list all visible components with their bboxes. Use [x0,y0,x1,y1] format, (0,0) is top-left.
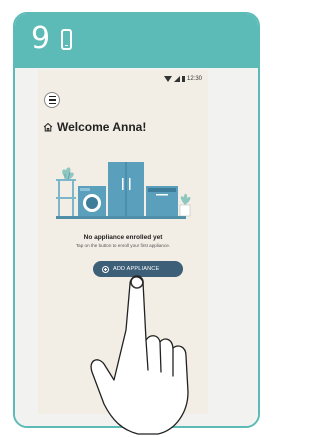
home-icon [43,122,53,132]
status-time: 12:30 [186,76,202,82]
add-circle-icon [102,265,109,273]
signal-icon [173,76,180,82]
plant-left [62,167,74,179]
add-appliance-button[interactable]: ADD APPLIANCE [93,261,183,277]
menu-button[interactable] [44,92,60,108]
empty-state-subtitle: Tap on the button to enroll your first a… [75,243,171,248]
step-header: 9 [15,14,258,68]
plant-right [180,193,191,205]
appliances-illustration [56,162,191,219]
phone-screen: 12:30 Welcome Anna! No appliance enrolle… [38,70,208,414]
shelf [56,216,186,219]
empty-state-title: No appliance enrolled yet [83,234,163,241]
menu-icon [48,96,56,98]
step-number: 9 [31,21,51,56]
welcome-heading: Welcome Anna! [43,120,146,134]
greeting-text: Welcome Anna! [57,120,147,134]
battery-icon [181,76,185,82]
status-bar: 12:30 [163,74,202,84]
phone-icon [61,29,72,50]
wifi-icon [163,76,172,82]
add-appliance-label: ADD APPLIANCE [113,266,160,272]
